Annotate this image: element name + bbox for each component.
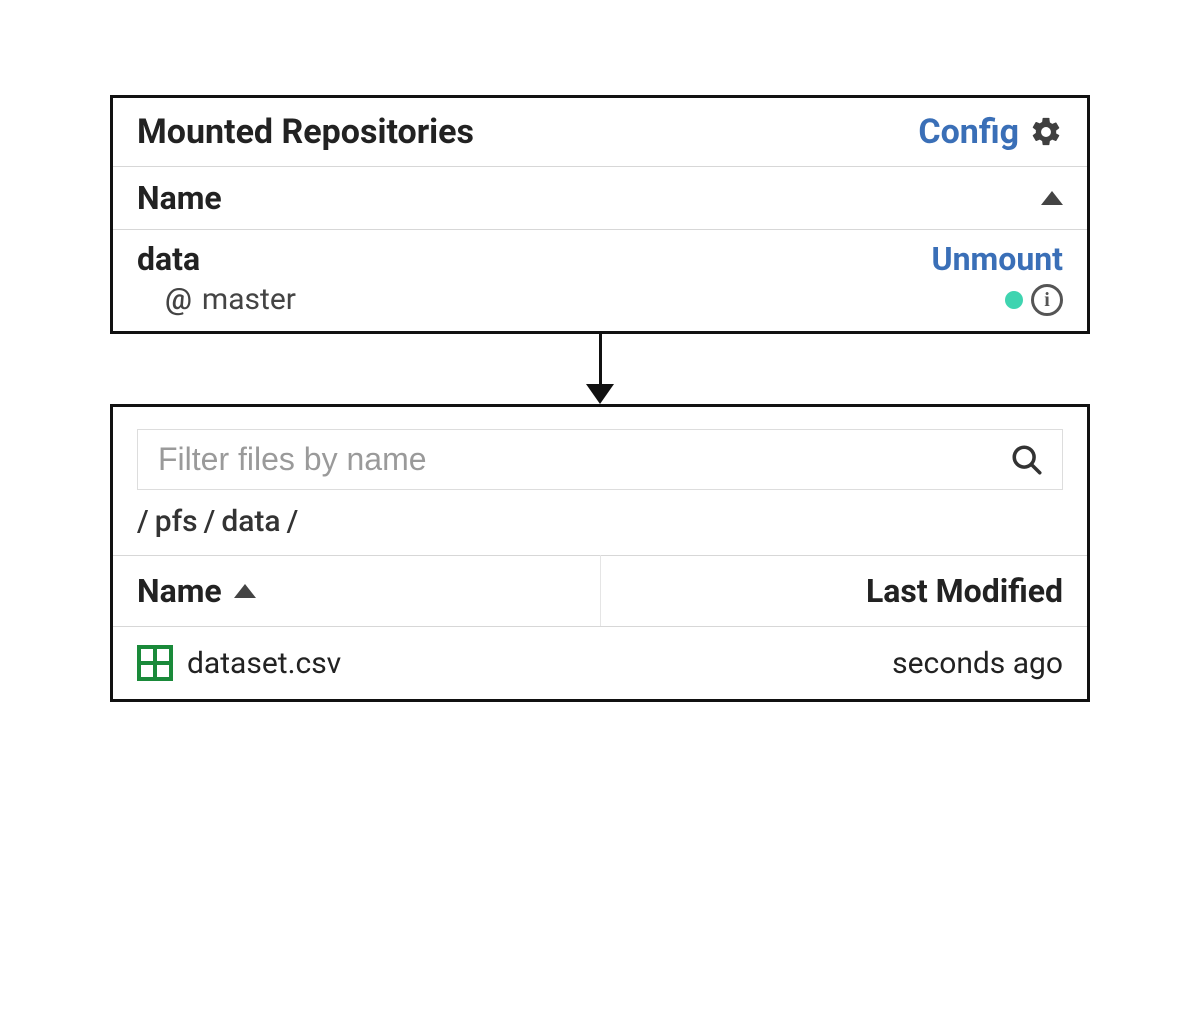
file-cell[interactable]: dataset.csv [137, 645, 576, 681]
filter-box [137, 429, 1063, 490]
sort-asc-icon [234, 584, 256, 598]
csv-file-icon [137, 645, 173, 681]
file-name-header-label: Name [137, 572, 222, 610]
repos-header-row[interactable]: Name [113, 167, 1087, 230]
breadcrumb-part: data [221, 504, 280, 539]
filter-input[interactable] [156, 440, 1010, 479]
file-name-header[interactable]: Name [113, 556, 600, 627]
breadcrumb-part: / [287, 504, 299, 539]
name-column-header: Name [137, 179, 222, 217]
file-table: Name Last Modified dataset.csv [113, 555, 1087, 699]
repo-name: data [137, 240, 296, 278]
arrow-line [599, 334, 602, 384]
arrow-head-icon [586, 384, 614, 404]
breadcrumb-part: / [204, 504, 216, 539]
file-browser-panel: / pfs / data / Name Last Modified [110, 404, 1090, 702]
file-table-header-row: Name Last Modified [113, 556, 1087, 627]
sort-asc-icon [1041, 191, 1063, 205]
breadcrumb-part: pfs [155, 504, 198, 539]
breadcrumb-part: / [137, 504, 149, 539]
file-modified-header[interactable]: Last Modified [600, 556, 1087, 627]
filter-wrap [113, 407, 1087, 496]
file-row[interactable]: dataset.csv seconds ago [113, 627, 1087, 700]
repo-actions: Unmount i [932, 240, 1064, 316]
file-modified-header-label: Last Modified [866, 572, 1063, 610]
config-button[interactable]: Config [918, 112, 1063, 152]
config-label: Config [918, 112, 1019, 152]
gear-icon [1029, 115, 1063, 149]
breadcrumb[interactable]: / pfs / data / [113, 496, 1087, 555]
at-sign: @ [165, 282, 192, 317]
mounted-repos-panel: Mounted Repositories Config Name data @ … [110, 95, 1090, 334]
panel-title: Mounted Repositories [137, 112, 474, 152]
file-modified: seconds ago [892, 646, 1063, 681]
search-icon[interactable] [1010, 443, 1044, 477]
panel-title-row: Mounted Repositories Config [113, 98, 1087, 167]
file-name: dataset.csv [187, 646, 341, 681]
repo-info: data @ master [137, 240, 296, 317]
repo-status-group: i [1005, 284, 1063, 316]
info-icon[interactable]: i [1031, 284, 1063, 316]
repo-row: data @ master Unmount i [113, 230, 1087, 331]
repo-branch-name: master [202, 282, 296, 317]
unmount-button[interactable]: Unmount [932, 240, 1064, 278]
repo-branch: @ master [137, 282, 296, 317]
status-dot-icon [1005, 291, 1023, 309]
flow-arrow [110, 334, 1090, 404]
